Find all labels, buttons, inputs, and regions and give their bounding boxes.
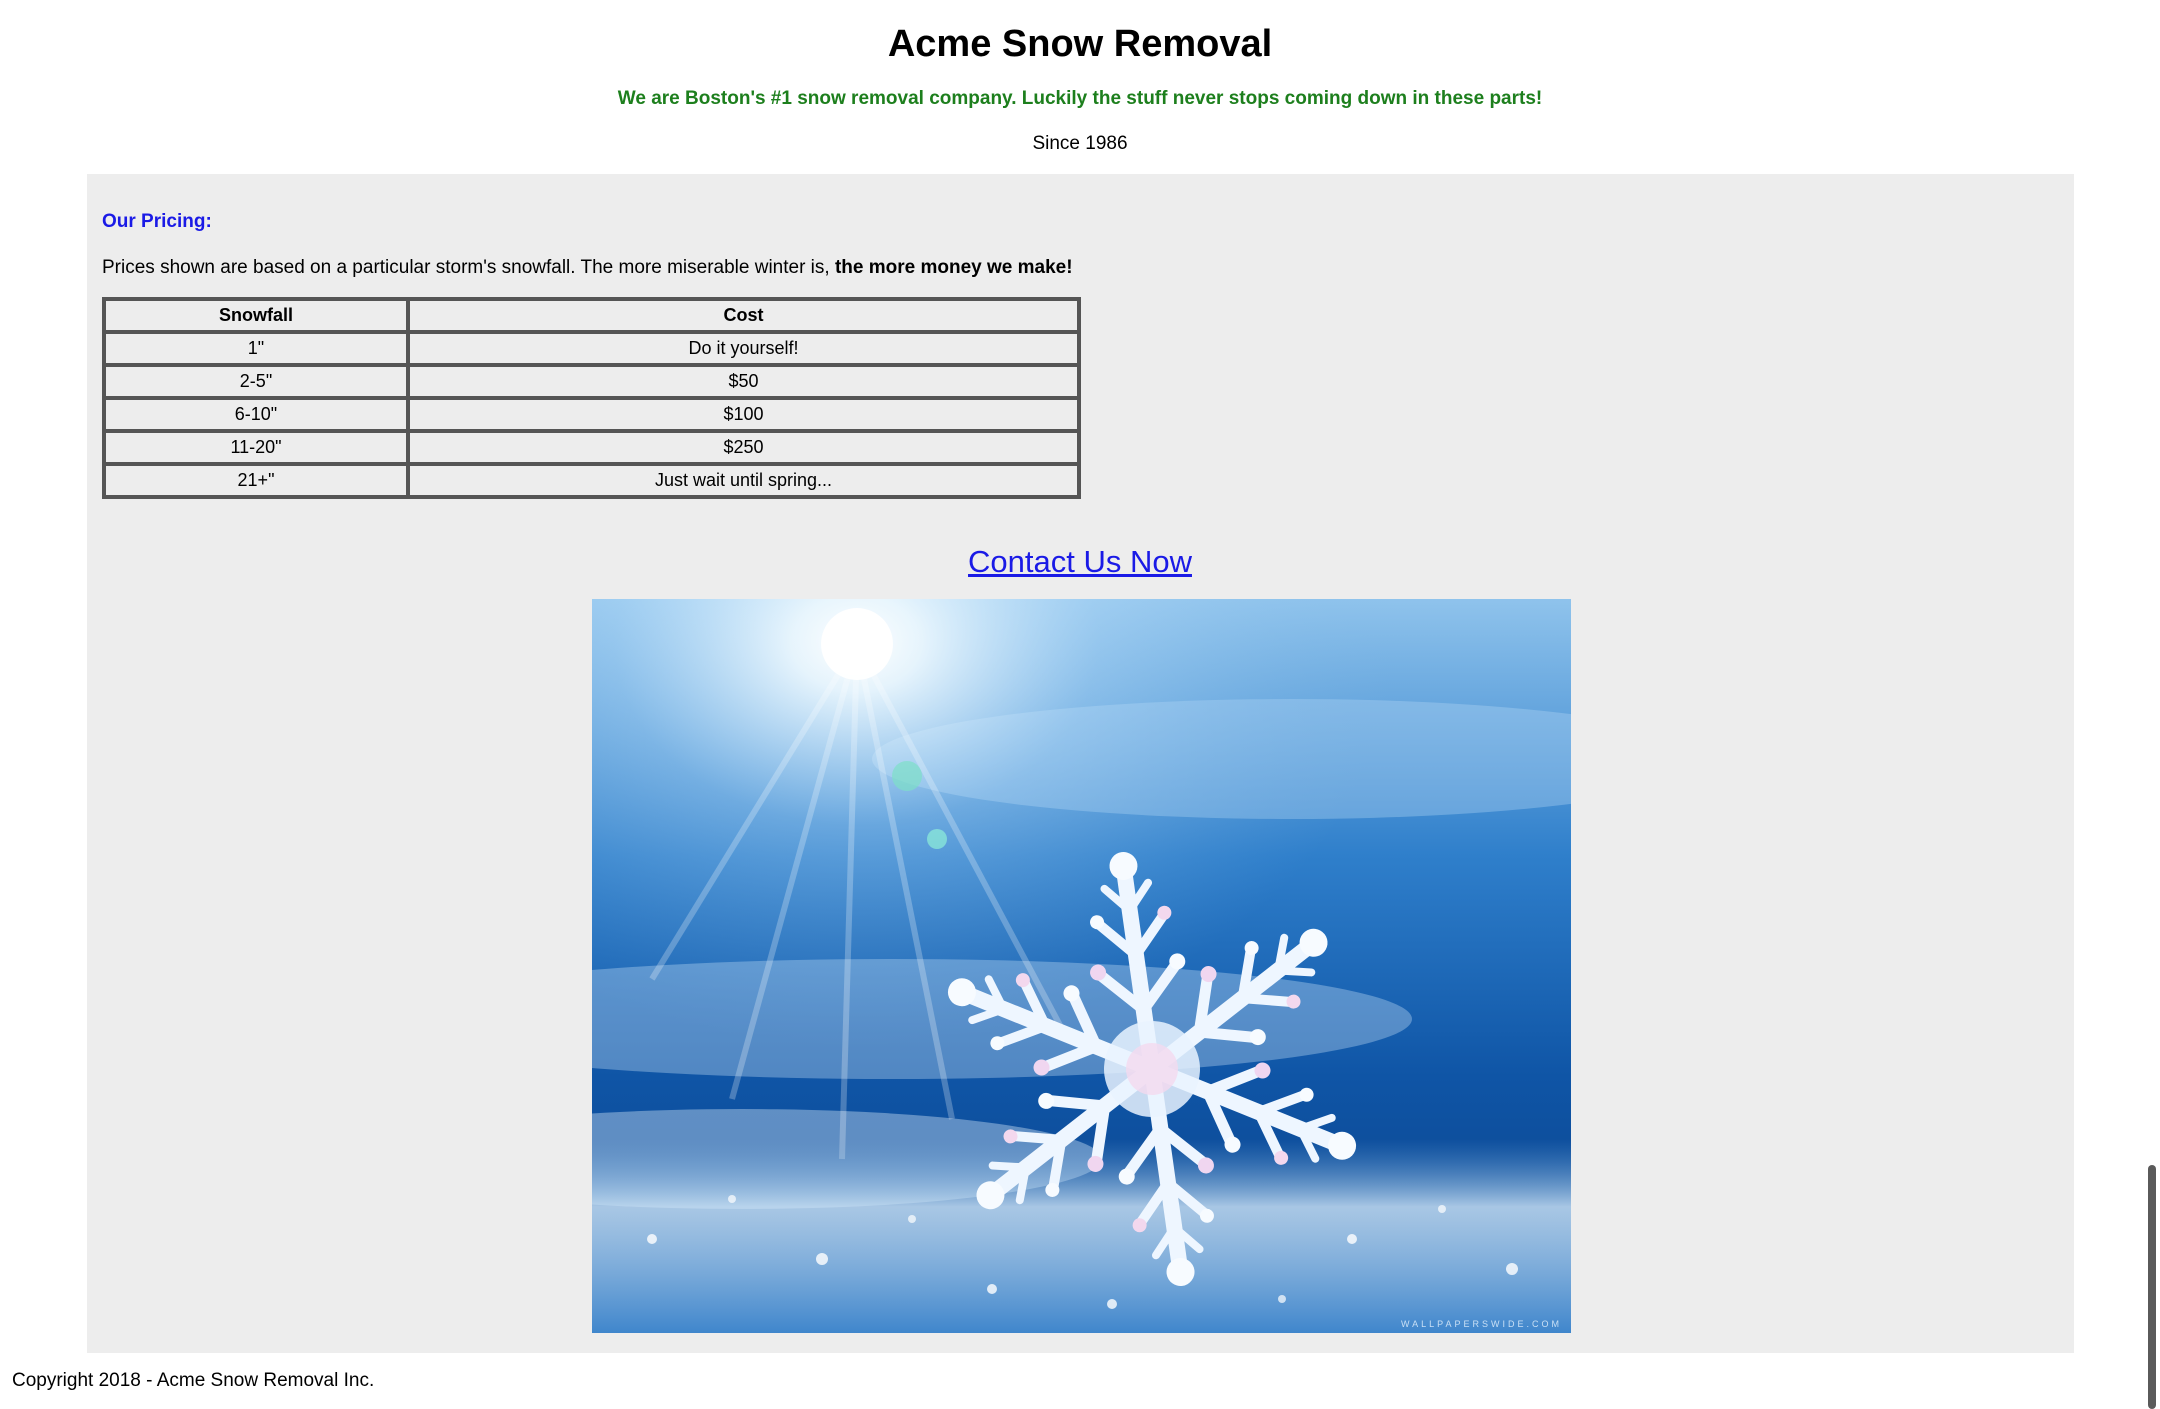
- snowfall-cell: 11-20": [104, 431, 408, 464]
- snowfall-cell: 21+": [104, 464, 408, 497]
- tagline: We are Boston's #1 snow removal company.…: [617, 88, 1543, 109]
- snowfall-cell: 1": [104, 332, 408, 365]
- table-row: 1" Do it yourself!: [104, 332, 1079, 365]
- snowfall-cell: 6-10": [104, 398, 408, 431]
- site-title: Acme Snow Removal: [887, 23, 1273, 65]
- cost-cell: $50: [408, 365, 1079, 398]
- snowflake-photo: WALLPAPERSWIDE.COM: [592, 599, 1571, 1333]
- cost-cell: $250: [408, 431, 1079, 464]
- footer-copyright: Copyright 2018 - Acme Snow Removal Inc.: [12, 1370, 375, 1391]
- cost-cell: Do it yourself!: [408, 332, 1079, 365]
- pricing-description-bold: the more money we make!: [829, 257, 1073, 278]
- table-row: 2-5" $50: [104, 365, 1079, 398]
- contact-section: Contact Us Now: [0, 542, 2160, 582]
- image-watermark: WALLPAPERSWIDE.COM: [1401, 1319, 1562, 1329]
- column-header-cost: Cost: [408, 299, 1079, 332]
- cost-cell: $100: [408, 398, 1079, 431]
- column-header-snowfall: Snowfall: [104, 299, 408, 332]
- pricing-table: Snowfall Cost 1" Do it yourself! 2-5" $5…: [102, 297, 1081, 499]
- pricing-description-text: Prices shown are based on a particular s…: [102, 257, 830, 278]
- table-header-row: Snowfall Cost: [104, 299, 1079, 332]
- snowfall-cell: 2-5": [104, 365, 408, 398]
- table-row: 6-10" $100: [104, 398, 1079, 431]
- table-row: 11-20" $250: [104, 431, 1079, 464]
- cost-cell: Just wait until spring...: [408, 464, 1079, 497]
- scrollbar-thumb[interactable]: [2148, 1165, 2156, 1409]
- snowflake-photo-icon: WALLPAPERSWIDE.COM: [592, 599, 1571, 1333]
- table-row: 21+" Just wait until spring...: [104, 464, 1079, 497]
- pricing-heading: Our Pricing:: [102, 211, 212, 232]
- pricing-description: Prices shown are based on a particular s…: [102, 255, 1073, 281]
- since-text: Since 1986: [1032, 133, 1128, 154]
- contact-us-link[interactable]: Contact Us Now: [968, 544, 1192, 579]
